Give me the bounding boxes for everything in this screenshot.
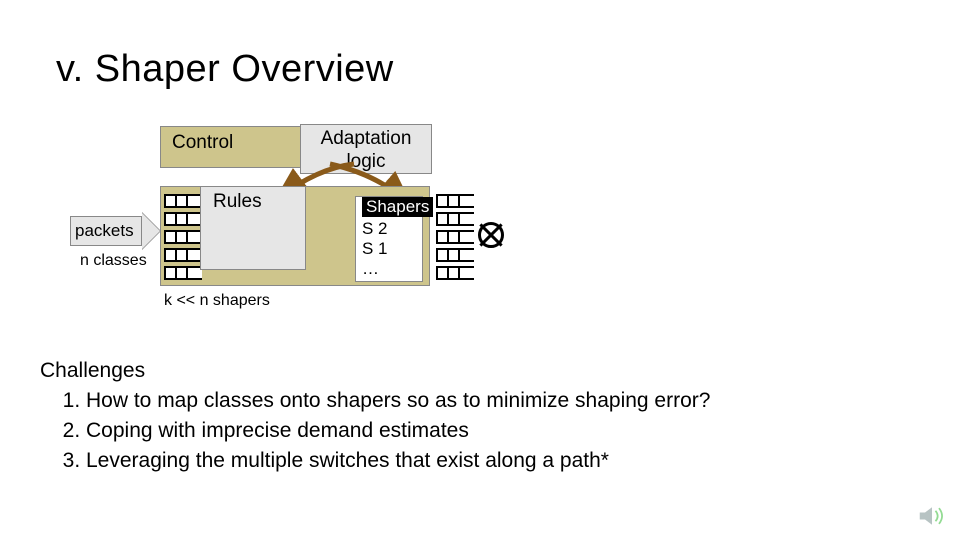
control-label: Control	[172, 132, 233, 154]
challenge-item: Coping with imprecise demand estimates	[86, 416, 710, 446]
slide: v. Shaper Overview Control Adaptation lo…	[0, 0, 960, 540]
queue-icon	[164, 248, 202, 262]
queue-icon	[436, 212, 474, 226]
queue-icon	[436, 194, 474, 208]
k-shapers-label: k << n shapers	[164, 292, 270, 310]
queue-icon	[164, 230, 202, 244]
packets-arrow: packets	[70, 216, 160, 246]
queue-icon	[164, 194, 202, 208]
queue-icon	[436, 230, 474, 244]
challenges-list: How to map classes onto shapers so as to…	[86, 386, 710, 476]
otimes-icon	[478, 222, 504, 248]
rules-box: Rules	[200, 186, 306, 270]
challenge-item: How to map classes onto shapers so as to…	[86, 386, 710, 416]
input-queue-stack	[164, 194, 202, 284]
challenges-block: Challenges How to map classes onto shape…	[40, 356, 710, 476]
queue-icon	[436, 266, 474, 280]
slide-title: v. Shaper Overview	[56, 48, 394, 91]
adaptation-line1: Adaptation	[301, 127, 431, 150]
challenges-heading: Challenges	[40, 356, 710, 386]
challenge-item: Leveraging the multiple switches that ex…	[86, 446, 710, 476]
queue-icon	[436, 248, 474, 262]
output-queue-stack	[436, 194, 474, 284]
queue-icon	[164, 212, 202, 226]
shaper-list-box: Shapers S 2 S 1 …	[355, 196, 423, 282]
n-classes-label: n classes	[80, 252, 147, 270]
speaker-icon	[918, 504, 946, 528]
shaper-s1: S 1	[362, 239, 422, 259]
queue-icon	[164, 266, 202, 280]
rules-label: Rules	[213, 191, 262, 212]
shaper-header: Shapers	[362, 197, 433, 217]
shaper-s2: S 2	[362, 219, 422, 239]
packets-label: packets	[70, 216, 142, 246]
shaper-ellipsis: …	[362, 259, 422, 279]
